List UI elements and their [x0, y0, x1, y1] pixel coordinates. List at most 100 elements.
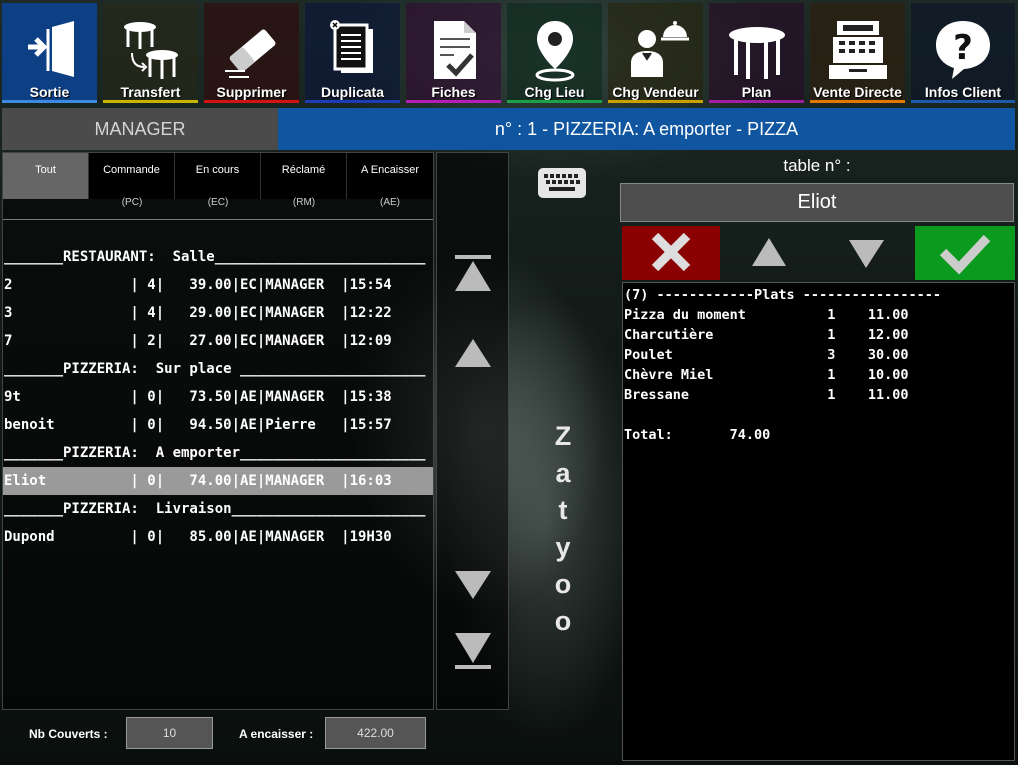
tab-code-reclame: (RM) [292, 197, 316, 208]
exit-door-icon [27, 21, 74, 77]
order-row[interactable]: 2 | 4| 39.00|EC|MANAGER |15:54 [3, 271, 433, 299]
plan-button[interactable]: Plan [709, 3, 804, 103]
brand-letter: t [558, 495, 568, 525]
toolbar: Sortie Transfert Supprimer Duplicata Fic… [0, 0, 1018, 104]
location-pin-icon [535, 21, 574, 82]
chg-lieu-button[interactable]: Chg Lieu [507, 3, 602, 103]
scroll-down-button[interactable] [451, 565, 495, 605]
scroll-top-button[interactable] [451, 253, 495, 293]
ticket-line[interactable]: Charcutière 1 12.00 [624, 325, 1014, 345]
table-icon [728, 27, 785, 79]
ticket-line[interactable]: Chèvre Miel 1 10.00 [624, 365, 1014, 385]
brand-letter: o [554, 569, 572, 599]
vente-directe-label: Vente Directe [813, 84, 902, 100]
brand-letter: y [555, 532, 571, 562]
ticket-line[interactable]: Poulet 3 30.00 [624, 345, 1014, 365]
arrow-up-icon [752, 238, 786, 266]
chg-vendeur-button[interactable]: Chg Vendeur [608, 3, 703, 103]
brand-letter: Z [554, 421, 572, 451]
tab-tout[interactable]: Tout [3, 153, 89, 199]
scroll-up-button[interactable] [451, 333, 495, 373]
sortie-button[interactable]: Sortie [2, 3, 97, 103]
covers-field: 10 [126, 717, 213, 749]
sortie-label: Sortie [29, 84, 70, 100]
confirm-button[interactable] [915, 226, 1015, 280]
ticket-line[interactable]: Pizza du moment 1 11.00 [624, 305, 1014, 325]
scroll-bottom-icon [455, 633, 491, 669]
order-row[interactable]: 9t | 0| 73.50|AE|MANAGER |15:38 [3, 383, 433, 411]
tab-a-encaisser[interactable]: A Encaisser [347, 153, 433, 199]
tab-code-commande: (PC) [121, 197, 143, 208]
table-label: table n° : [783, 156, 851, 175]
ticket-line[interactable]: Bressane 1 11.00 [624, 385, 1014, 405]
group-header: _______PIZZERIA: Livraison______________… [4, 501, 426, 517]
transfert-button[interactable]: Transfert [103, 3, 198, 103]
order-row-selected[interactable]: Eliot | 0| 74.00|AE|MANAGER |16:03 [3, 467, 433, 495]
chg-lieu-label: Chg Lieu [524, 84, 585, 100]
vente-directe-button[interactable]: Vente Directe [810, 3, 905, 103]
group-header: _______PIZZERIA: Sur place _____________… [4, 361, 426, 377]
chg-vendeur-label: Chg Vendeur [612, 84, 699, 100]
arrow-up-icon [455, 339, 491, 367]
to-collect-label: A encaisser : [239, 727, 314, 741]
question-icon: ? [936, 21, 990, 79]
arrow-down-icon [455, 571, 491, 599]
fiches-label: Fiches [431, 84, 476, 100]
ticket-spacer [624, 405, 1014, 425]
scroll-controls [436, 152, 509, 710]
tab-codes: (PC) (EC) (RM) (AE) [3, 197, 433, 219]
tab-code-en-cours: (EC) [207, 197, 229, 208]
document-copy-icon [329, 20, 373, 73]
cash-register-icon [828, 21, 887, 79]
order-row[interactable]: 3 | 4| 29.00|EC|MANAGER |12:22 [3, 299, 433, 327]
scroll-bottom-button[interactable] [451, 631, 495, 671]
supprimer-button[interactable]: Supprimer [204, 3, 299, 103]
infos-client-label: Infos Client [924, 84, 1002, 100]
scroll-top-icon [455, 255, 491, 291]
duplicata-button[interactable]: Duplicata [305, 3, 400, 103]
filter-tabs: Tout Commande En cours Réclamé A Encaiss… [3, 153, 433, 199]
transfert-label: Transfert [120, 84, 181, 100]
tab-code-a-encaisser: (AE) [380, 197, 400, 208]
table-name-field[interactable]: Eliot [620, 183, 1014, 222]
keyboard-button[interactable] [537, 167, 587, 199]
duplicata-label: Duplicata [320, 84, 384, 100]
check-icon [939, 234, 991, 275]
eraser-icon [224, 29, 275, 78]
order-row[interactable]: 7 | 2| 27.00|EC|MANAGER |12:09 [3, 327, 433, 355]
tab-en-cours[interactable]: En cours [175, 153, 261, 199]
brand-letter: a [555, 458, 571, 488]
order-title: n° : 1 - PIZZERIA: A emporter - PIZZA [278, 108, 1015, 150]
checked-document-icon [433, 21, 476, 79]
arrow-down-icon [849, 240, 884, 268]
svg-text:?: ? [953, 28, 973, 68]
fiches-button[interactable]: Fiches [406, 3, 501, 103]
user-name: MANAGER [2, 108, 278, 150]
close-icon [651, 232, 691, 272]
order-row[interactable]: benoit | 0| 94.50|AE|Pierre |15:57 [3, 411, 433, 439]
ticket-category: (7) ------------Plats ----------------- [624, 287, 941, 303]
plan-label: Plan [741, 84, 772, 100]
ticket-total: Total: 74.00 [624, 427, 771, 443]
move-down-button[interactable] [818, 226, 915, 280]
orders-list: _______RESTAURANT: Salle________________… [3, 243, 433, 551]
covers-label: Nb Couverts : [29, 727, 108, 741]
to-collect-field: 422.00 [325, 717, 426, 749]
order-row[interactable]: Dupond | 0| 85.00|AE|MANAGER |19H30 [3, 523, 433, 551]
waiter-icon [630, 21, 689, 77]
divider [3, 219, 433, 220]
orders-panel: Tout Commande En cours Réclamé A Encaiss… [2, 152, 434, 710]
brand-letter: o [554, 606, 572, 636]
tab-code-tout [3, 197, 89, 219]
order-ticket: (7) ------------Plats ----------------- … [622, 282, 1015, 761]
cancel-button[interactable] [622, 226, 720, 280]
tab-reclame[interactable]: Réclamé [261, 153, 347, 199]
keyboard-icon [538, 168, 586, 198]
group-header: _______RESTAURANT: Salle________________… [4, 249, 426, 265]
group-header: _______PIZZERIA: A emporter_____________… [4, 445, 426, 461]
move-up-button[interactable] [720, 226, 818, 280]
table-transfer-icon [123, 22, 178, 79]
tab-commande[interactable]: Commande [89, 153, 175, 199]
infos-client-button[interactable]: ? Infos Client [911, 3, 1015, 103]
brand-logo: Z a t y o o [547, 418, 579, 640]
